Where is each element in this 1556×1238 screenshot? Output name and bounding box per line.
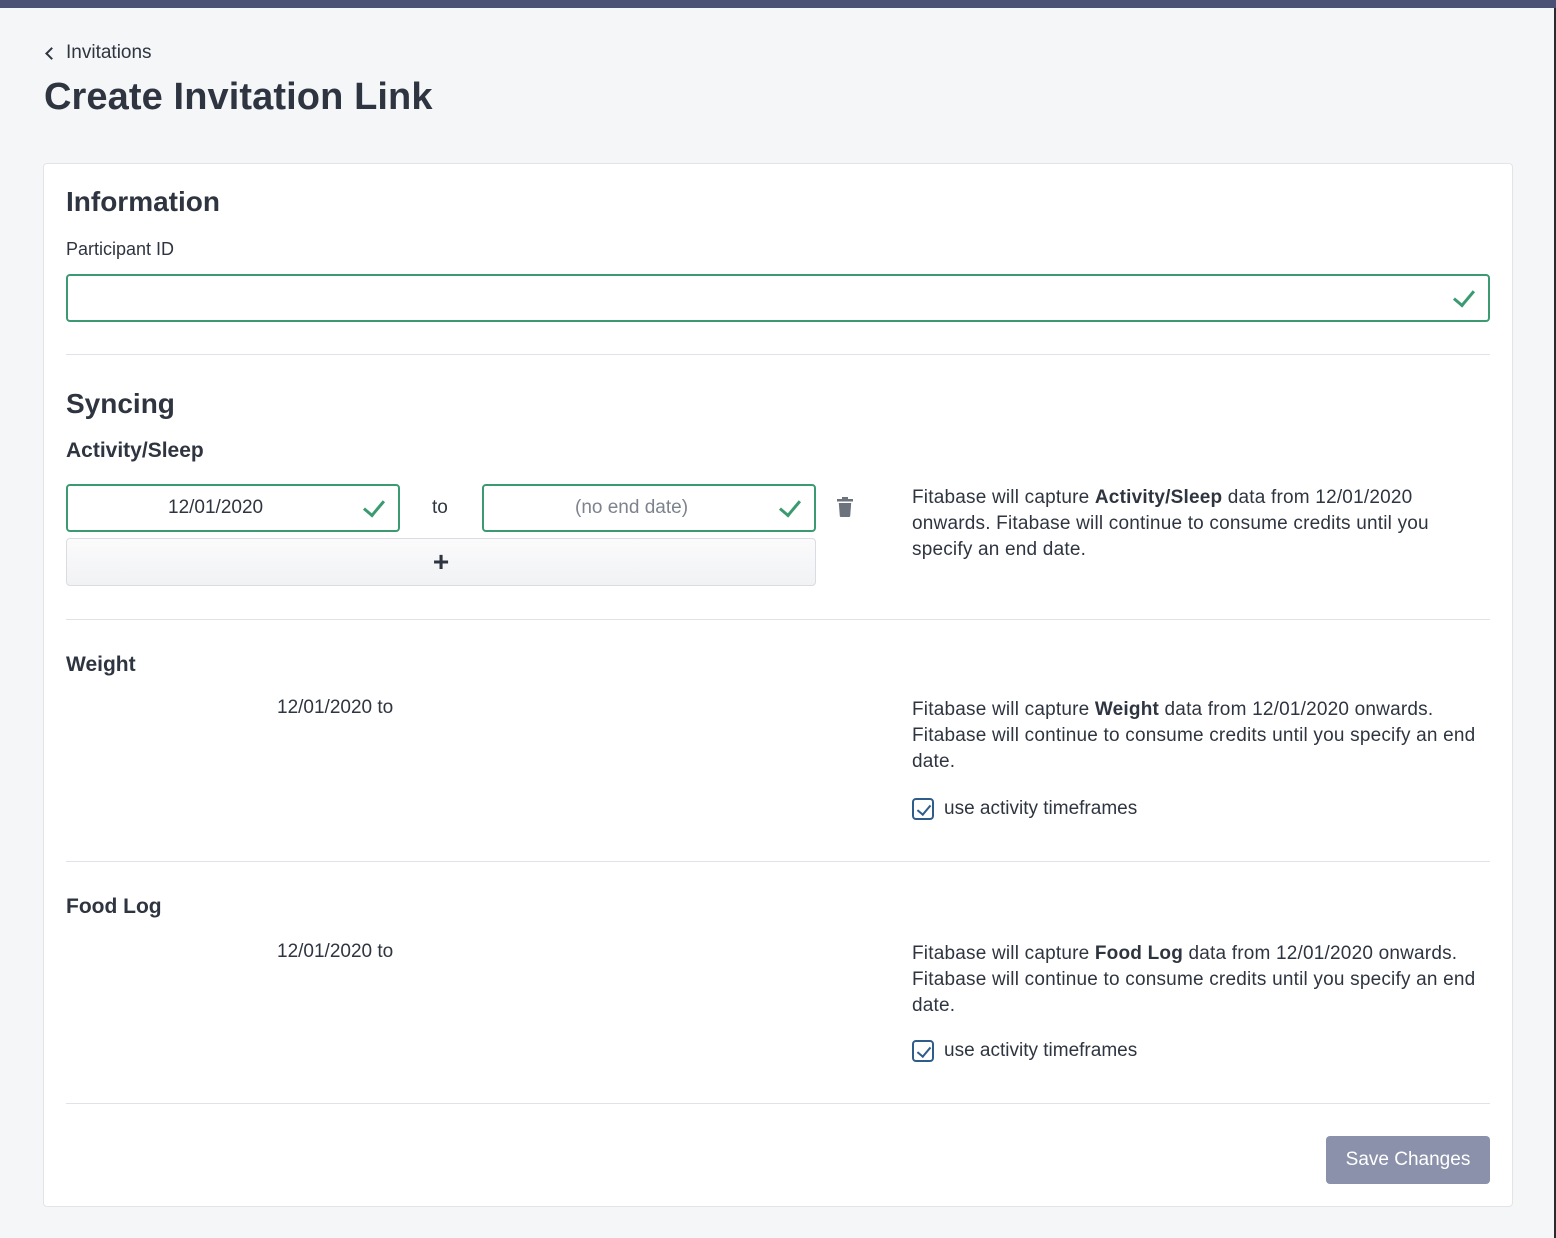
top-bar (0, 0, 1556, 8)
valid-check-icon (778, 494, 802, 518)
participant-id-input[interactable] (66, 274, 1490, 322)
weight-activity-timeframes-checkbox[interactable] (912, 798, 934, 820)
activity-start-date-input[interactable]: 12/01/2020 (66, 484, 400, 532)
weight-activity-timeframes-option[interactable]: use activity timeframes (912, 798, 1137, 820)
section-divider (66, 619, 1490, 620)
checkbox-label: use activity timeframes (944, 798, 1138, 819)
syncing-heading: Syncing (66, 388, 175, 419)
weight-date-range: 12/01/2020 to (277, 697, 394, 718)
back-link-label: Invitations (66, 42, 152, 63)
section-divider (66, 1103, 1490, 1104)
activity-start-date-value: 12/01/2020 (168, 497, 264, 518)
activity-end-date-placeholder: (no end date) (575, 497, 689, 518)
checkbox-label: use activity timeframes (944, 1040, 1138, 1061)
valid-check-icon (1452, 284, 1476, 308)
section-divider (66, 354, 1490, 355)
save-changes-button[interactable]: Save Changes (1326, 1136, 1490, 1184)
chevron-left-icon (45, 46, 58, 60)
food-log-activity-timeframes-option[interactable]: use activity timeframes (912, 1040, 1137, 1062)
back-link[interactable]: Invitations (44, 40, 152, 66)
information-heading: Information (66, 186, 220, 217)
invitation-form-card: Information Participant ID Syncing Activ… (43, 163, 1513, 1207)
weight-heading: Weight (66, 653, 136, 676)
food-log-activity-timeframes-checkbox[interactable] (912, 1040, 934, 1062)
date-range-to-label: to (432, 497, 448, 518)
weight-description: Fitabase will capture Weight data from 1… (912, 699, 1476, 772)
food-log-date-range: 12/01/2020 to (277, 941, 394, 962)
activity-sleep-heading: Activity/Sleep (66, 439, 204, 462)
food-log-heading: Food Log (66, 895, 162, 918)
valid-check-icon (362, 494, 386, 518)
food-log-description: Fitabase will capture Food Log data from… (912, 943, 1476, 1016)
activity-sleep-description: Fitabase will capture Activity/Sleep dat… (912, 487, 1429, 560)
page-title: Create Invitation Link (44, 76, 433, 118)
add-timeframe-button[interactable]: + (66, 538, 816, 586)
participant-id-label: Participant ID (66, 239, 175, 259)
trash-icon[interactable] (837, 497, 853, 517)
section-divider (66, 861, 1490, 862)
activity-end-date-input[interactable]: (no end date) (482, 484, 816, 532)
